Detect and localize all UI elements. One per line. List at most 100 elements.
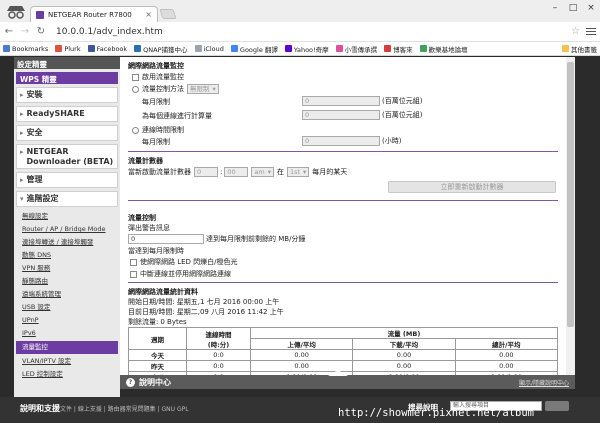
bookmark-favicon-icon: [3, 45, 10, 52]
sidebar-subitem[interactable]: UPnP: [14, 314, 120, 327]
sidebar-subitem[interactable]: 連接埠轉送 / 連接埠觸發: [14, 236, 120, 249]
restart-hour-input[interactable]: 0: [194, 167, 218, 177]
netgear-favicon-icon: [36, 10, 44, 19]
sidebar-subitem[interactable]: USB 設定: [14, 301, 120, 314]
led-flash-label: 使網際網路 LED 閃爍白/橙色光: [140, 258, 238, 266]
forward-arrow-icon[interactable]: →: [20, 26, 30, 37]
restart-day-select[interactable]: 1st ▾: [286, 167, 310, 177]
address-bar[interactable]: 10.0.0.1/adv_index.htm: [56, 27, 565, 37]
bookmark-favicon-icon: [194, 45, 202, 52]
tab-close-icon[interactable]: ×: [145, 10, 152, 19]
connection-time-header: 連線時間 (時:分): [186, 327, 251, 350]
minimize-button[interactable]: –: [548, 3, 562, 13]
table-row: 今天 0:0 0.00 0.00 0.00: [128, 349, 559, 361]
browser-tab[interactable]: NETGEAR Router R7800 ×: [30, 6, 158, 22]
sidebar-item-setup-wizard[interactable]: 設定精靈: [14, 57, 120, 69]
restart-counter-label: 當新啟動流量計數器: [128, 168, 191, 176]
disconnect-label: 中斷連線並停用網際網路連線: [140, 270, 231, 278]
day-of-month-label: 每月的某天: [312, 168, 348, 176]
current-time-value: 星期二,09 八月 2016 11:42 上午: [176, 308, 284, 316]
round-up-unit: (百萬位元組): [382, 111, 423, 119]
bookmark-item[interactable]: iCloud: [194, 45, 224, 53]
popup-warning-suffix: 達到每月限制前剩餘的 MB/分鐘: [206, 235, 306, 243]
bookmark-item[interactable]: QNAP捕獲中心: [134, 44, 188, 54]
sidebar-subitem[interactable]: LED 控制設定: [14, 368, 120, 381]
monthly-limit-label: 每月限制: [142, 98, 170, 106]
browser-menu-icon[interactable]: [586, 28, 596, 35]
restart-minute-input[interactable]: 00: [224, 167, 249, 177]
volume-control-radio[interactable]: [132, 85, 139, 93]
maximize-button[interactable]: □: [566, 3, 580, 13]
table-cell: 0.00: [352, 349, 456, 361]
bookmark-item[interactable]: Bookmarks: [3, 45, 48, 53]
sidebar-item-advanced-setup[interactable]: ▾ 進階設定: [16, 191, 118, 207]
bookmark-item[interactable]: 小雪傳承撰: [335, 44, 377, 54]
restart-counter-button[interactable]: 立即重新啟動計數器: [388, 181, 556, 193]
watermark-text: http://showmer.pixnet.net/album: [338, 407, 534, 419]
enable-traffic-meter-checkbox[interactable]: [132, 73, 139, 81]
sidebar-subitem[interactable]: Router / AP / Bridge Mode: [14, 223, 120, 236]
footer-links[interactable]: 文件 | 線上支援 | 路由器常見問題集 | GNU GPL: [60, 404, 189, 413]
expand-arrow-icon[interactable]: [328, 370, 348, 376]
bookmark-item[interactable]: 博客來: [384, 44, 413, 54]
bookmark-item[interactable]: Plurk: [55, 45, 81, 53]
bookmark-item[interactable]: Yahoo!奇摩: [284, 44, 329, 54]
content-scrollbar[interactable]: [566, 57, 575, 375]
section-title: 網際網路流量監控: [128, 62, 184, 70]
sidebar-item-setup[interactable]: ▸ 安裝: [16, 87, 118, 103]
sidebar-item-security[interactable]: ▸ 安全: [16, 125, 118, 141]
scrollbar-thumb[interactable]: [567, 62, 574, 327]
traffic-statistics-section: 網際網路流量統計資料: [128, 287, 558, 297]
bookmark-item[interactable]: Facebook: [87, 45, 127, 53]
time-limit-input[interactable]: 0: [302, 136, 380, 146]
help-center-bar[interactable]: ? 說明中心 顯示/隱藏說明中心: [120, 370, 575, 389]
disconnect-checkbox[interactable]: [130, 270, 137, 278]
popup-warning-input[interactable]: 0: [128, 234, 204, 244]
traffic-control-section: 流量控制: [128, 213, 558, 223]
round-up-input[interactable]: 0: [302, 110, 380, 120]
bookmark-star-icon[interactable]: ☆: [571, 26, 580, 37]
browser-toolbar: ← → ↻ 10.0.0.1/adv_index.htm ☆: [0, 22, 600, 42]
search-go-button[interactable]: [545, 401, 569, 411]
sidebar: 設定精靈 WPS 精靈 ▸ 安裝 ▸ ReadySHARE ▸ 安全 ▸ NET…: [14, 57, 120, 397]
connection-time-radio[interactable]: [132, 126, 139, 134]
upload-header: 上傳/平均: [249, 338, 354, 350]
sidebar-item-netgear-downloader[interactable]: ▸ NETGEAR Downloader (BETA): [16, 144, 118, 169]
volume-method-select[interactable]: 無限制 ▾: [187, 84, 219, 94]
monthly-limit-unit: (百萬位元組): [382, 97, 423, 105]
led-flash-checkbox[interactable]: [130, 258, 137, 266]
section-title: 網際網路流量統計資料: [128, 288, 198, 296]
sidebar-subitem[interactable]: 遠端系統管理: [14, 288, 120, 301]
window-close-button[interactable]: ×: [584, 3, 598, 13]
traffic-meter-panel: 網際網路流量監控 啟用流量監控 流量控制方法 無限制 ▾ 每月限制 0 (百萬位…: [120, 57, 566, 375]
sidebar-subitem[interactable]: 靜態路由: [14, 275, 120, 288]
sidebar-subitem[interactable]: IPv6: [14, 327, 120, 340]
on-label: 在: [276, 168, 284, 176]
when-limit-reached-label: 當達到每月限制時: [128, 247, 184, 255]
sidebar-subitem[interactable]: VPN 服務: [14, 262, 120, 275]
bookmark-item[interactable]: 歡樂基地論壇: [419, 44, 468, 54]
download-header: 下載/平均: [352, 338, 456, 350]
incognito-icon: [7, 6, 25, 19]
new-tab-button[interactable]: [159, 9, 177, 19]
sidebar-subitem[interactable]: 動態 DNS: [14, 249, 120, 262]
sidebar-subitem[interactable]: 無線設定: [14, 210, 120, 223]
sidebar-item-wps-wizard[interactable]: WPS 精靈: [16, 72, 118, 84]
monthly-limit-input[interactable]: 0: [302, 96, 380, 106]
period-header: 週期: [128, 327, 187, 350]
toggle-help-center-link[interactable]: 顯示/隱藏說明中心: [519, 378, 569, 387]
back-arrow-icon[interactable]: ←: [4, 26, 14, 37]
bookmark-favicon-icon: [55, 45, 63, 52]
sidebar-subitem[interactable]: VLAN/IPTV 設定: [14, 355, 120, 368]
reload-icon[interactable]: ↻: [36, 26, 46, 37]
help-center-title: 說明中心: [139, 377, 171, 387]
sidebar-item-administration[interactable]: ▸ 管理: [16, 172, 118, 188]
time-limit-unit: (小時): [382, 137, 402, 145]
sidebar-subitem[interactable]: 流量監控: [16, 341, 118, 354]
other-bookmarks[interactable]: 其他書籤: [562, 44, 597, 54]
sidebar-item-readyshare[interactable]: ▸ ReadySHARE: [16, 106, 118, 122]
bookmark-favicon-icon: [384, 45, 392, 52]
bookmark-item[interactable]: Google 翻譯: [230, 44, 278, 54]
ampm-select[interactable]: am ▾: [251, 167, 274, 177]
start-time-value: 星期五,1 七月 2016 00:00 上午: [176, 298, 280, 306]
